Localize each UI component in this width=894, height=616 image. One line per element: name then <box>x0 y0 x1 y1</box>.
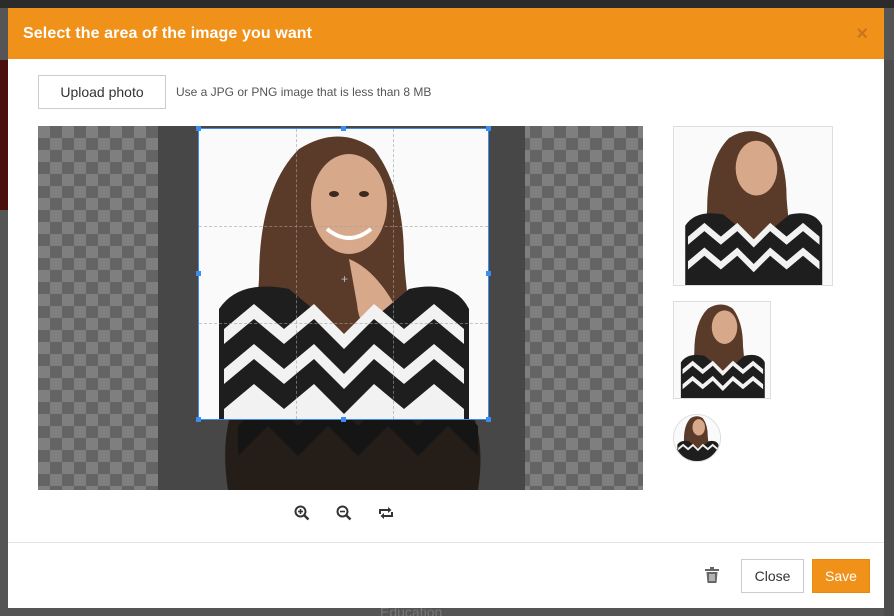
background-navbar <box>0 0 894 8</box>
crop-handle-e[interactable] <box>486 271 491 276</box>
crop-handle-s[interactable] <box>341 417 346 422</box>
modal-title: Select the area of the image you want <box>23 24 313 42</box>
preview-round-avatar <box>673 414 721 462</box>
background-scrollbar <box>884 60 894 616</box>
zoom-in-icon[interactable] <box>291 502 313 524</box>
upload-photo-button[interactable]: Upload photo <box>38 75 166 109</box>
trash-icon[interactable] <box>705 567 723 587</box>
close-icon[interactable]: × <box>856 24 868 44</box>
close-button[interactable]: Close <box>741 559 804 593</box>
upload-row: Upload photo Use a JPG or PNG image that… <box>38 75 431 109</box>
modal-footer: Close Save <box>8 542 884 608</box>
photo-crop-modal: Select the area of the image you want × … <box>8 8 884 608</box>
crop-handle-n[interactable] <box>341 126 346 131</box>
zoom-out-icon[interactable] <box>333 502 355 524</box>
crop-handle-ne[interactable] <box>486 126 491 131</box>
crop-guide-horizontal-1 <box>199 226 488 227</box>
crop-guide-vertical-2 <box>393 129 394 419</box>
preview-large <box>673 126 833 286</box>
crop-guide-horizontal-2 <box>199 323 488 324</box>
crop-handle-sw[interactable] <box>196 417 201 422</box>
image-cropper[interactable]: + <box>38 126 643 490</box>
upload-hint-text: Use a JPG or PNG image that is less than… <box>176 85 432 99</box>
crop-selection-box[interactable]: + <box>198 128 489 420</box>
background-banner <box>0 60 8 210</box>
modal-header: Select the area of the image you want × <box>8 8 884 59</box>
cropper-toolbar <box>291 502 397 524</box>
crop-guide-vertical-1 <box>296 129 297 419</box>
rotate-icon[interactable] <box>375 502 397 524</box>
crop-handle-se[interactable] <box>486 417 491 422</box>
crop-handle-nw[interactable] <box>196 126 201 131</box>
save-button[interactable]: Save <box>812 559 870 593</box>
crop-center-marker: + <box>341 272 349 286</box>
preview-medium <box>673 301 771 399</box>
crop-handle-w[interactable] <box>196 271 201 276</box>
